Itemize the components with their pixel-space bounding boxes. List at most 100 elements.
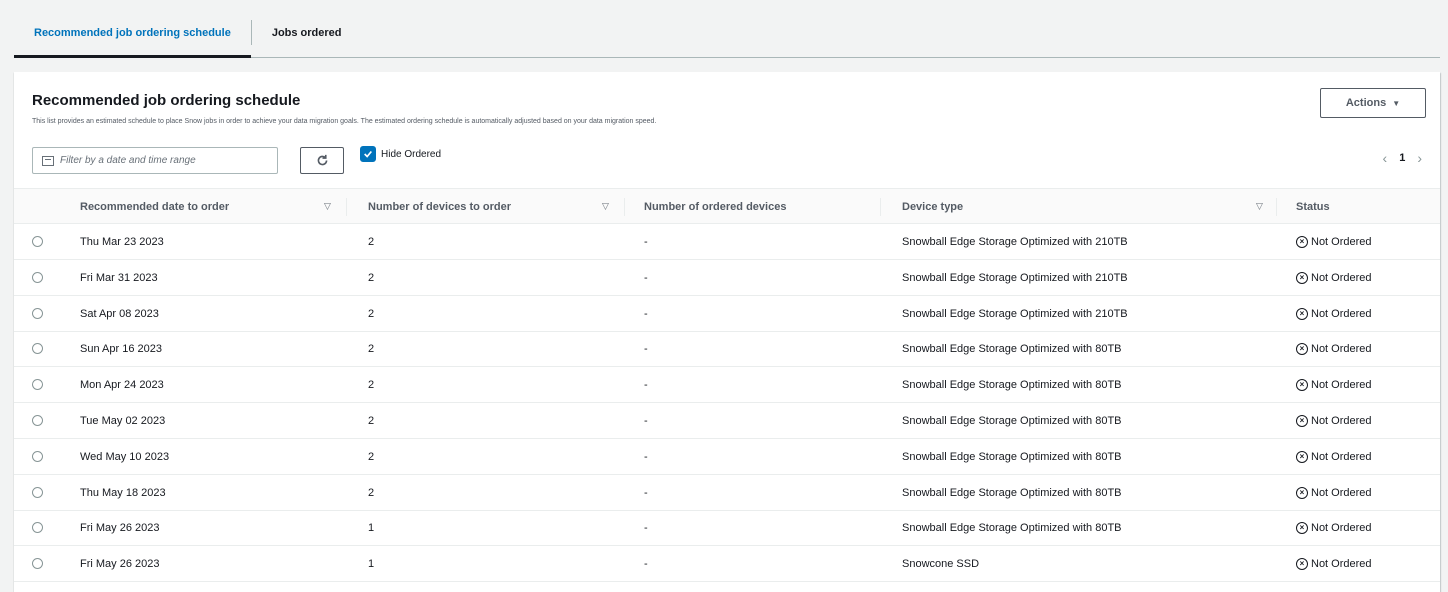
chevron-right-icon[interactable]: › (1417, 150, 1422, 166)
cell-recommended-date: Fri May 26 2023 (80, 558, 160, 571)
status-label: Not Ordered (1311, 271, 1372, 284)
cell-ordered-devices: - (644, 522, 648, 535)
status-label: Not Ordered (1311, 415, 1372, 427)
not-ordered-icon: × (1296, 236, 1308, 248)
cell-status: × Not Ordered (1296, 475, 1372, 511)
row-select-radio[interactable] (32, 522, 43, 534)
row-select-radio[interactable] (32, 486, 43, 498)
cell-device-type: Snowball Edge Storage Optimized with 80T… (902, 415, 1122, 427)
filter-placeholder: Filter by a date and time range (60, 155, 196, 166)
not-ordered-icon: × (1296, 271, 1308, 284)
cell-ordered-devices: - (644, 415, 648, 427)
cell-devices-to-order: 1 (368, 558, 375, 571)
table-row[interactable]: Sat Apr 08 2023 2 - Snowball Edge Storage O… (14, 296, 1440, 332)
row-select-radio[interactable] (32, 558, 43, 570)
row-select-radio[interactable] (32, 343, 43, 355)
page-number-current[interactable]: 1 (1399, 152, 1405, 164)
table-row[interactable]: Thu Mar 23 2023 2 - Snowball Edge Storage O… (14, 224, 1440, 260)
cell-ordered-devices: - (644, 450, 648, 463)
not-ordered-icon: × (1296, 415, 1308, 427)
table-row[interactable]: Fri May 26 2023 1 - Snowcone SSD × Not Ordere… (14, 546, 1440, 583)
actions-button-label: Actions (1345, 97, 1387, 109)
cell-device-type: Snowball Edge Storage Optimized with 80T… (902, 379, 1122, 392)
tab-bar: Recommended job ordering schedule Jobs o… (14, 8, 1440, 58)
cell-status: × Not Ordered (1296, 439, 1372, 475)
checkmark-icon (364, 150, 372, 158)
status-label: Not Ordered (1311, 379, 1372, 392)
not-ordered-icon: × (1296, 379, 1308, 392)
not-ordered-icon: × (1296, 343, 1308, 356)
cell-status: × Not Ordered (1296, 296, 1372, 332)
row-select-radio[interactable] (32, 379, 43, 391)
cell-device-type: Snowball Edge Storage Optimized with 80T… (902, 343, 1122, 356)
cell-devices-to-order: 1 (368, 522, 375, 535)
table-row[interactable]: Tue May 02 2023 2 - Snowball Edge Storage O… (14, 403, 1440, 439)
sort-icon[interactable]: ▽ (1256, 201, 1263, 212)
row-select-radio[interactable] (32, 236, 43, 247)
cell-devices-to-order: 2 (368, 379, 375, 392)
sort-icon[interactable]: ▽ (324, 201, 331, 212)
actions-dropdown-button[interactable]: Actions ▼ (1320, 88, 1426, 118)
cell-device-type: Snowball Edge Storage Optimized with 210… (902, 271, 1128, 284)
cell-device-type: Snowball Edge Storage Optimized with 210… (902, 307, 1128, 320)
cell-recommended-date: Thu Mar 23 2023 (80, 236, 164, 248)
table-row[interactable]: Fri May 26 2023 1 - Snowball Edge Storage O… (14, 510, 1440, 547)
tab-recommended-schedule[interactable]: Recommended job ordering schedule (14, 8, 251, 58)
column-header-status[interactable]: Status (1296, 189, 1330, 225)
cell-recommended-date: Mon Apr 24 2023 (80, 379, 164, 392)
panel-title: Recommended job ordering schedule (32, 92, 301, 109)
cell-devices-to-order: 2 (368, 307, 375, 320)
cell-ordered-devices: - (644, 236, 648, 248)
status-label: Not Ordered (1311, 450, 1372, 463)
cell-recommended-date: Sat Apr 08 2023 (80, 307, 159, 320)
row-select-radio[interactable] (32, 450, 43, 462)
cell-device-type: Snowball Edge Storage Optimized with 80T… (902, 522, 1122, 535)
column-divider (880, 198, 881, 216)
cell-devices-to-order: 2 (368, 486, 375, 499)
table-row[interactable]: Wed May 10 2023 2 - Snowball Edge Storage O… (14, 439, 1440, 475)
cell-ordered-devices: - (644, 558, 648, 571)
hide-ordered-label: Hide Ordered (381, 148, 442, 160)
row-select-radio[interactable] (32, 307, 43, 319)
not-ordered-icon: × (1296, 522, 1308, 535)
cell-status: × Not Ordered (1296, 224, 1372, 260)
cell-device-type: Snowball Edge Storage Optimized with 80T… (902, 450, 1122, 463)
chevron-left-icon[interactable]: ‹ (1383, 150, 1388, 166)
refresh-icon (317, 154, 327, 166)
table-header: Recommended date to order ▽ Number of de… (14, 188, 1440, 224)
cell-recommended-date: Wed May 10 2023 (80, 450, 170, 463)
table-row[interactable]: Fri Mar 31 2023 2 - Snowball Edge Storage O… (14, 260, 1440, 296)
cell-devices-to-order: 2 (368, 415, 375, 427)
cell-recommended-date: Fri May 26 2023 (80, 522, 160, 535)
panel-description: This list provides an estimated schedule… (32, 118, 657, 125)
not-ordered-icon: × (1296, 558, 1308, 571)
hide-ordered-checkbox[interactable] (360, 146, 376, 162)
cell-recommended-date: Sun Apr 16 2023 (80, 343, 162, 356)
not-ordered-icon: × (1296, 486, 1308, 499)
column-header-date[interactable]: Recommended date to order (80, 189, 229, 225)
caret-down-icon: ▼ (1392, 98, 1401, 108)
cell-recommended-date: Tue May 02 2023 (80, 415, 166, 427)
cell-ordered-devices: - (644, 271, 648, 284)
cell-status: × Not Ordered (1296, 403, 1372, 439)
row-select-radio[interactable] (32, 415, 43, 426)
schedule-panel: Recommended job ordering schedule This l… (14, 72, 1440, 592)
cell-devices-to-order: 2 (368, 236, 375, 248)
cell-ordered-devices: - (644, 343, 648, 356)
cell-ordered-devices: - (644, 379, 648, 392)
table-row[interactable]: Thu May 18 2023 2 - Snowball Edge Storage O… (14, 475, 1440, 511)
refresh-button[interactable] (300, 147, 344, 174)
hide-ordered-toggle[interactable]: Hide Ordered (360, 145, 441, 163)
column-header-devices-to-order[interactable]: Number of devices to order (368, 189, 511, 225)
sort-icon[interactable]: ▽ (602, 201, 609, 212)
row-select-radio[interactable] (32, 271, 43, 283)
column-header-ordered-devices[interactable]: Number of ordered devices (644, 189, 786, 225)
cell-devices-to-order: 2 (368, 271, 375, 284)
tab-jobs-ordered[interactable]: Jobs ordered (252, 8, 362, 57)
not-ordered-icon: × (1296, 450, 1308, 463)
date-range-filter-input[interactable]: Filter by a date and time range (32, 147, 278, 174)
table-row[interactable]: Sun Apr 16 2023 2 - Snowball Edge Storage O… (14, 331, 1440, 368)
cell-device-type: Snowcone SSD (902, 558, 980, 571)
table-row[interactable]: Mon Apr 24 2023 2 - Snowball Edge Storage O… (14, 367, 1440, 404)
column-header-device-type[interactable]: Device type (902, 189, 963, 225)
